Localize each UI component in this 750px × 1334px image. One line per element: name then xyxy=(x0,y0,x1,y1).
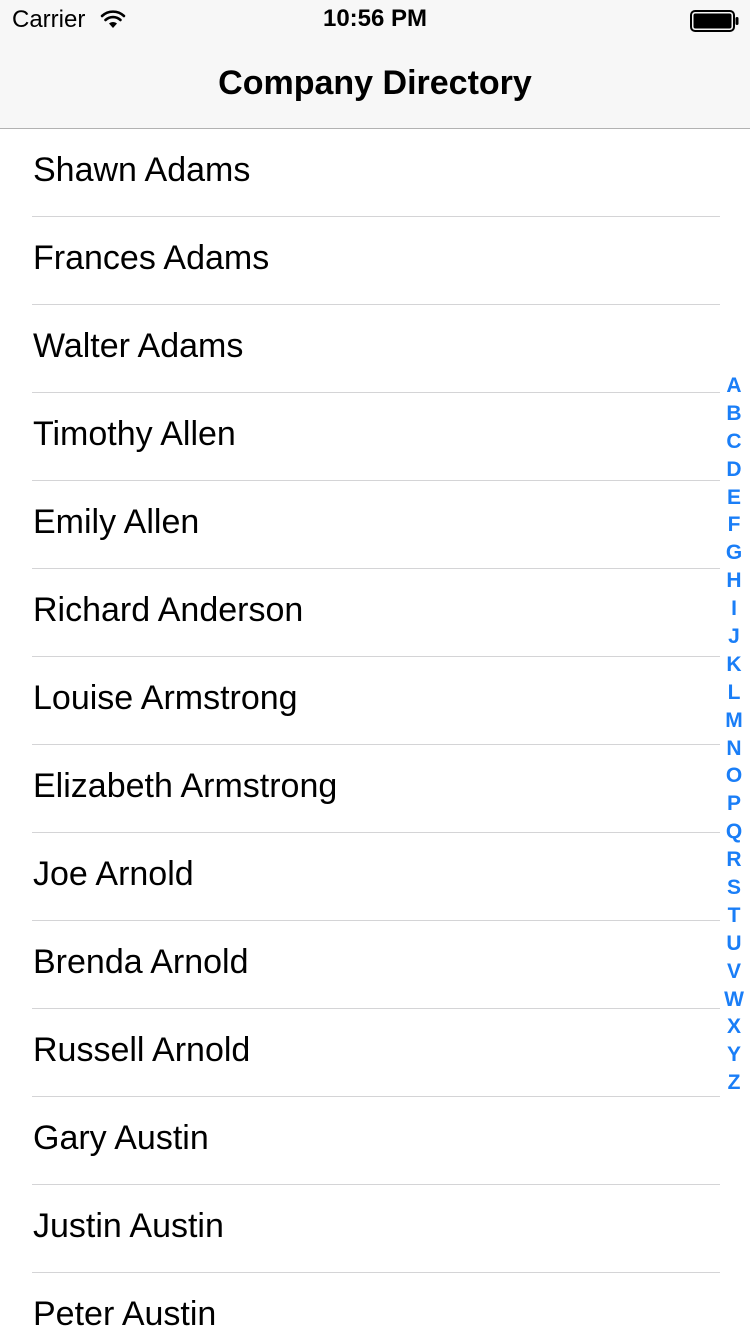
index-letter[interactable]: E xyxy=(722,484,746,512)
contact-name: Justin Austin xyxy=(33,1207,224,1245)
status-bar: Carrier 10:56 PM xyxy=(0,0,750,40)
contact-row[interactable]: Timothy Allen xyxy=(32,393,720,481)
navigation-bar: Company Directory xyxy=(0,40,750,129)
clock: 10:56 PM xyxy=(322,5,428,32)
contact-row[interactable]: Walter Adams xyxy=(32,305,720,393)
contact-row[interactable]: Gary Austin xyxy=(32,1097,720,1185)
index-letter[interactable]: W xyxy=(722,986,746,1014)
contact-name: Russell Arnold xyxy=(33,1031,251,1069)
index-letter[interactable]: I xyxy=(722,595,746,623)
contact-name: Richard Anderson xyxy=(33,591,304,629)
contact-row[interactable]: Emily Allen xyxy=(32,481,720,569)
index-letter[interactable]: J xyxy=(722,623,746,651)
contact-row[interactable]: Brenda Arnold xyxy=(32,921,720,1009)
contact-name: Peter Austin xyxy=(33,1295,217,1333)
page-title: Company Directory xyxy=(218,64,532,102)
index-letter[interactable]: K xyxy=(722,651,746,679)
contact-name: Timothy Allen xyxy=(33,415,236,453)
index-letter[interactable]: A xyxy=(722,372,746,400)
contact-name: Brenda Arnold xyxy=(33,943,249,981)
contact-row[interactable]: Richard Anderson xyxy=(32,569,720,657)
index-letter[interactable]: D xyxy=(722,456,746,484)
contact-name: Louise Armstrong xyxy=(33,679,298,717)
contact-name: Gary Austin xyxy=(33,1119,209,1157)
contact-name: Emily Allen xyxy=(33,503,200,541)
index-letter[interactable]: L xyxy=(722,679,746,707)
index-letter[interactable]: Y xyxy=(722,1041,746,1069)
contact-name: Frances Adams xyxy=(33,239,270,277)
contact-name: Shawn Adams xyxy=(33,151,251,189)
contact-name: Elizabeth Armstrong xyxy=(33,767,338,805)
index-letter[interactable]: M xyxy=(722,707,746,735)
index-letter[interactable]: X xyxy=(722,1013,746,1041)
index-letter[interactable]: B xyxy=(722,400,746,428)
index-letter[interactable]: P xyxy=(722,790,746,818)
contact-row[interactable]: Frances Adams xyxy=(32,217,720,305)
index-letter[interactable]: S xyxy=(722,874,746,902)
index-letter[interactable]: C xyxy=(722,428,746,456)
contact-name: Walter Adams xyxy=(33,327,244,365)
index-letter[interactable]: R xyxy=(722,846,746,874)
section-index[interactable]: ABCDEFGHIJKLMNOPQRSTUVWXYZ xyxy=(722,372,746,1097)
index-letter[interactable]: T xyxy=(722,902,746,930)
index-letter[interactable]: Z xyxy=(722,1069,746,1097)
index-letter[interactable]: G xyxy=(722,539,746,567)
contact-row[interactable]: Justin Austin xyxy=(32,1185,720,1273)
index-letter[interactable]: H xyxy=(722,567,746,595)
index-letter[interactable]: U xyxy=(722,930,746,958)
index-letter[interactable]: V xyxy=(722,958,746,986)
contact-row[interactable]: Shawn Adams xyxy=(32,129,720,217)
contact-row[interactable]: Joe Arnold xyxy=(32,833,720,921)
contact-list: Shawn Adams Frances Adams Walter Adams Timo… xyxy=(0,129,750,1334)
index-letter[interactable]: Q xyxy=(722,818,746,846)
contact-row[interactable]: Russell Arnold xyxy=(32,1009,720,1097)
contact-row[interactable]: Louise Armstrong xyxy=(32,657,720,745)
index-letter[interactable]: F xyxy=(722,511,746,539)
contact-row[interactable]: Peter Austin xyxy=(32,1273,720,1334)
index-letter[interactable]: O xyxy=(722,762,746,790)
contact-row[interactable]: Elizabeth Armstrong xyxy=(32,745,720,833)
battery-icon xyxy=(690,10,739,32)
screen: Carrier 10:56 PM Company Directory Shawn… xyxy=(0,0,750,1334)
index-letter[interactable]: N xyxy=(722,735,746,763)
contact-name: Joe Arnold xyxy=(33,855,194,893)
